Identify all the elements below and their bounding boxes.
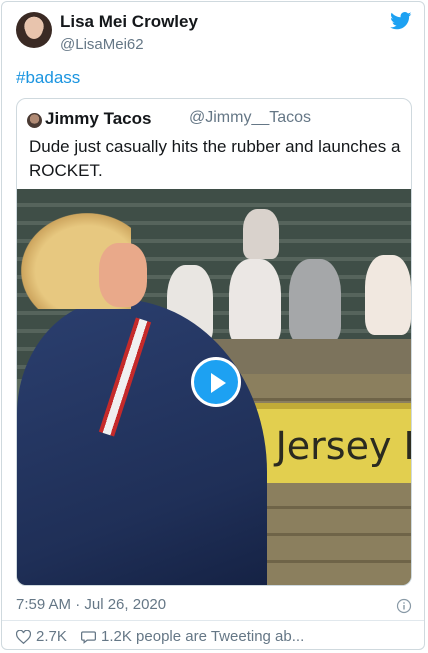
divider: [2, 620, 424, 621]
tweet-timestamp[interactable]: 7:59 AM · Jul 26, 2020: [16, 596, 166, 613]
spectator: [229, 259, 281, 345]
engagement-bar: 2.7K 1.2K people are Tweeting ab...: [16, 628, 314, 648]
twitter-bird-icon[interactable]: [390, 12, 412, 30]
info-icon[interactable]: [396, 598, 412, 614]
heart-icon[interactable]: [16, 629, 31, 644]
like-stat[interactable]: 2.7K: [16, 628, 67, 645]
play-button[interactable]: [191, 357, 241, 407]
conversation-stat[interactable]: 1.2K people are Tweeting ab...: [81, 628, 304, 645]
hashtag-link[interactable]: #badass: [16, 68, 80, 88]
author-name[interactable]: Lisa Mei Crowley: [60, 12, 198, 32]
video-thumbnail[interactable]: y Jersey L: [17, 189, 411, 585]
quoted-tweet-text: Dude just casually hits the rubber and l…: [29, 137, 401, 180]
spectator: [365, 255, 411, 335]
quoted-author-avatar[interactable]: [27, 113, 42, 128]
quoted-author-name[interactable]: Jimmy Tacos: [45, 109, 151, 129]
speech-bubble-icon[interactable]: [81, 630, 97, 644]
author-handle[interactable]: @LisaMei62: [60, 36, 144, 53]
spectator: [243, 209, 279, 259]
tweet-card: Lisa Mei Crowley @LisaMei62 #badass Jimm…: [1, 1, 425, 650]
quoted-tweet[interactable]: Jimmy Tacos @Jimmy__Tacos Dude just casu…: [16, 98, 412, 586]
play-icon: [211, 373, 226, 393]
player-face: [99, 243, 147, 307]
people-tweeting-text: 1.2K people are Tweeting ab...: [101, 628, 305, 645]
spectator: [289, 259, 341, 343]
quoted-author-handle[interactable]: @Jimmy__Tacos: [189, 109, 311, 127]
author-avatar[interactable]: [16, 12, 52, 48]
like-count: 2.7K: [36, 628, 67, 645]
